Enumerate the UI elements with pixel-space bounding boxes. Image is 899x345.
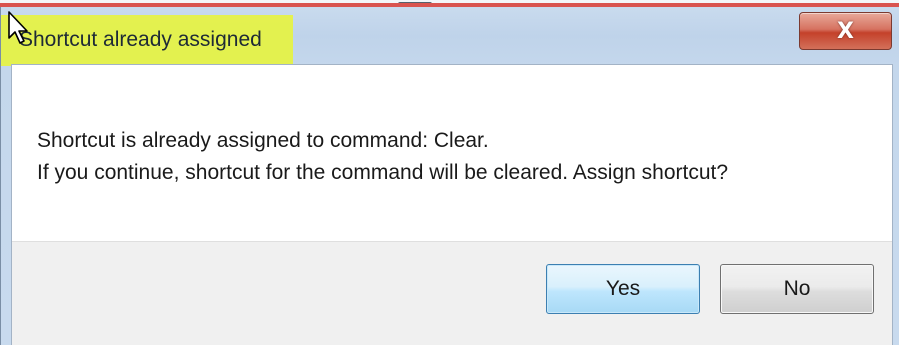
message-text: Shortcut is already assigned to command:… [37, 125, 728, 189]
dialog-title: Shortcut already assigned [19, 28, 262, 51]
screen: Shortcut already assigned X Shortcut is … [0, 0, 899, 345]
button-bar: Yes No [12, 241, 892, 345]
message-line-2: If you continue, shortcut for the comman… [37, 161, 729, 184]
title-bar[interactable]: Shortcut already assigned X [1, 6, 899, 66]
dialog-body: Shortcut is already assigned to command:… [11, 64, 893, 345]
no-button[interactable]: No [720, 264, 874, 314]
mouse-pointer-icon [8, 11, 28, 44]
close-button[interactable]: X [799, 12, 892, 50]
top-red-line [0, 3, 899, 7]
message-line-1: Shortcut is already assigned to command:… [37, 129, 489, 152]
close-icon: X [837, 18, 854, 44]
yes-button[interactable]: Yes [546, 264, 700, 314]
dialog-window: Shortcut already assigned X Shortcut is … [0, 6, 899, 345]
